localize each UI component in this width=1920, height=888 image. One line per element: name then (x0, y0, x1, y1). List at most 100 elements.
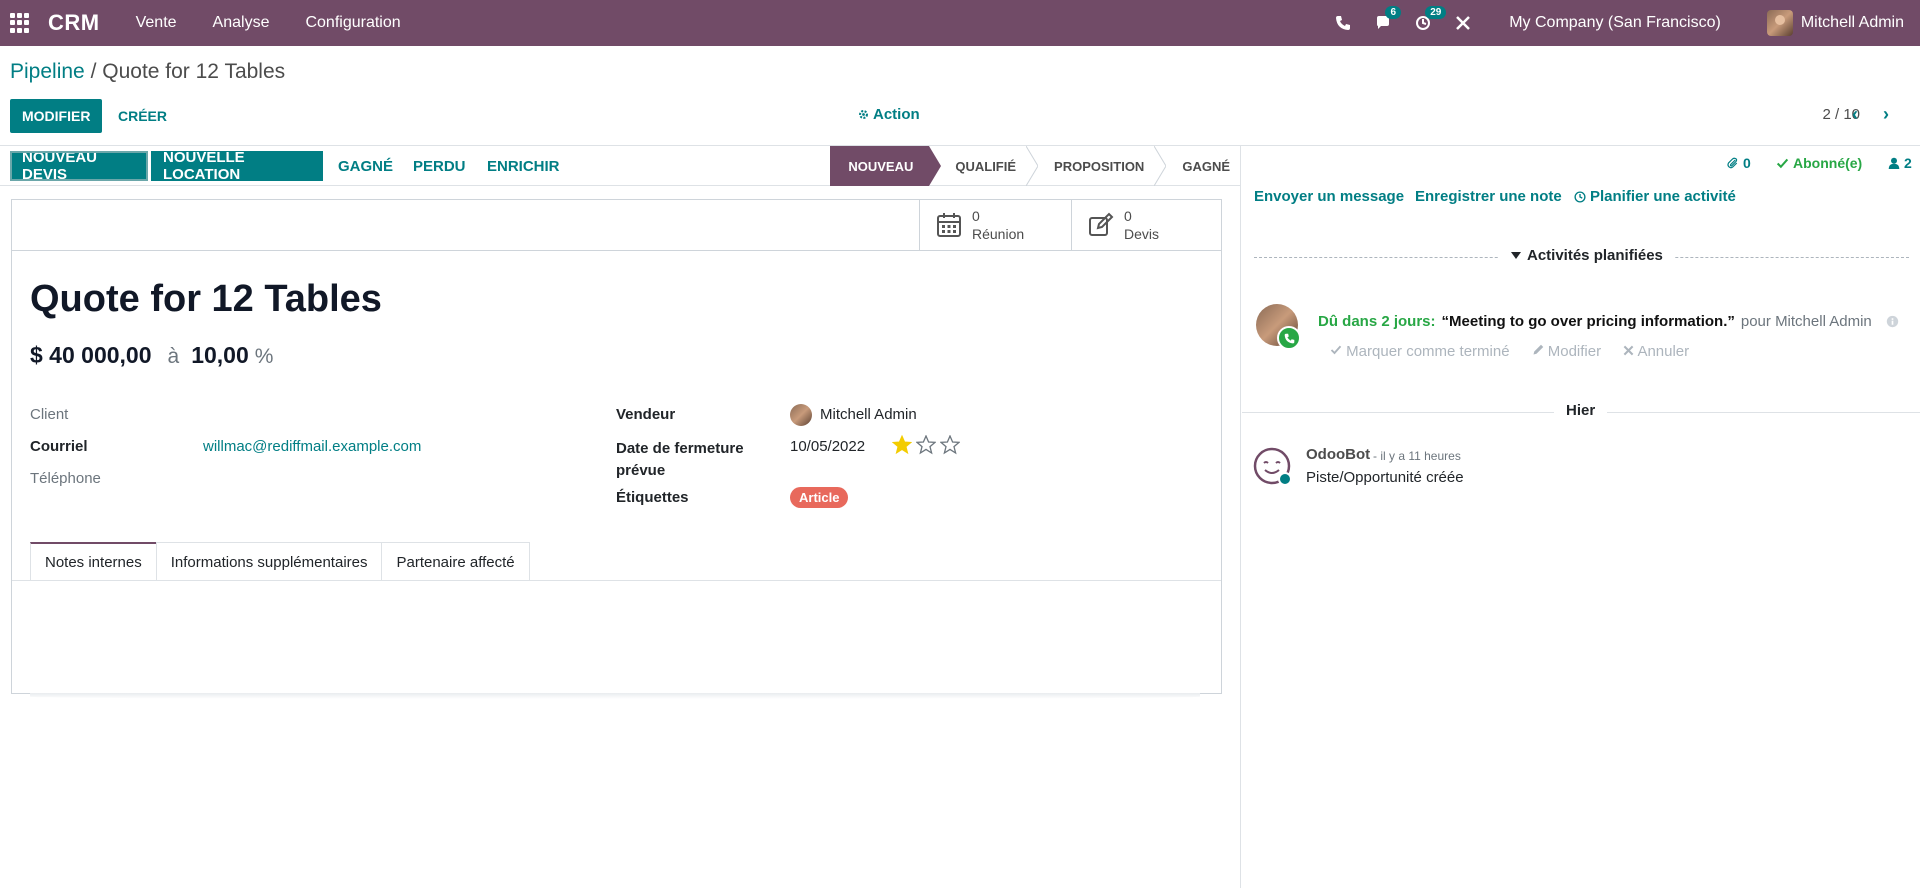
probability-value[interactable]: 10,00 (191, 342, 249, 369)
tab-assigned-partner[interactable]: Partenaire affecté (381, 542, 530, 581)
quotations-smart-button[interactable]: 0 Devis (1071, 200, 1223, 250)
edit-activity-button[interactable]: Modifier (1532, 343, 1602, 360)
tab-extra-info[interactable]: Informations supplémentaires (155, 542, 383, 581)
planned-activities-title: Activités planifiées (1527, 247, 1663, 264)
pager-previous-icon[interactable]: ‹ (1845, 103, 1865, 125)
message-body: Piste/Opportunité créée (1306, 469, 1464, 486)
stage-proposition[interactable]: PROPOSITION (1032, 146, 1167, 186)
cancel-activity-label: Annuler (1637, 343, 1690, 360)
salesperson-avatar (790, 404, 812, 426)
odoobot-avatar-icon (1253, 447, 1292, 486)
salesperson-field[interactable]: Mitchell Admin (790, 404, 917, 426)
stage-qualifie[interactable]: QUALIFIÉ (929, 146, 1039, 186)
stage-gagne[interactable]: GAGNÉ (1160, 146, 1240, 186)
send-message-button[interactable]: Envoyer un message (1254, 188, 1404, 205)
lead-title[interactable]: Quote for 12 Tables (30, 278, 382, 321)
check-icon (1776, 158, 1789, 168)
close-icon (1623, 345, 1634, 356)
revenue-row: $ 40 000,00 à 10,00 % (30, 342, 273, 369)
percent-sign: % (254, 345, 274, 368)
info-icon[interactable] (1886, 315, 1899, 328)
menu-analyse[interactable]: Analyse (195, 14, 288, 32)
activity-assignee: pour Mitchell Admin (1740, 313, 1872, 330)
statusbar: NOUVEAU DEVIS NOUVELLE LOCATION GAGNÉ PE… (0, 146, 1240, 186)
attachments-button[interactable]: 0 (1727, 155, 1751, 171)
company-switcher[interactable]: My Company (San Francisco) (1509, 14, 1721, 32)
planned-activities-toggle[interactable]: Activités planifiées (1499, 247, 1675, 264)
user-menu[interactable]: Mitchell Admin (1766, 10, 1904, 36)
close-date-label: Date de fermeture prévue (616, 438, 744, 482)
stage-nouveau-label: NOUVEAU (848, 158, 914, 174)
calendar-icon (937, 213, 961, 237)
enrich-button[interactable]: ENRICHIR (475, 151, 572, 181)
stage-nouveau[interactable]: NOUVEAU (830, 146, 942, 186)
top-navbar: CRM Vente Analyse Configuration 6 29 My … (0, 0, 1920, 46)
close-date-value[interactable]: 10/05/2022 (790, 438, 865, 455)
message-author[interactable]: OdooBot (1306, 446, 1370, 463)
systray: 6 29 My Company (San Francisco) Mitchell… (1323, 0, 1920, 46)
activity-summary: “Meeting to go over pricing information.… (1441, 313, 1735, 330)
caret-down-icon (1511, 251, 1521, 259)
pager-next-icon[interactable]: › (1876, 103, 1896, 125)
new-rental-button[interactable]: NOUVELLE LOCATION (151, 149, 323, 183)
pencil-icon (1533, 344, 1543, 355)
followers-button[interactable]: 2 (1888, 155, 1912, 171)
email-label: Courriel (30, 438, 88, 455)
breadcrumb-current: Quote for 12 Tables (102, 60, 286, 83)
salesperson-value: Mitchell Admin (820, 405, 917, 423)
activities-clock-icon[interactable]: 29 (1403, 0, 1447, 46)
breadcrumb-pipeline[interactable]: Pipeline (10, 60, 85, 83)
activity-due: Dû dans 2 jours: (1318, 313, 1436, 330)
action-menu[interactable]: Action (858, 106, 920, 123)
quotations-count: 0 (1124, 208, 1132, 224)
main-menu: Vente Analyse Configuration (118, 14, 419, 32)
action-label: Action (873, 106, 920, 123)
app-brand[interactable]: CRM (48, 10, 100, 36)
menu-configuration[interactable]: Configuration (287, 14, 418, 32)
tab-internal-notes[interactable]: Notes internes (30, 542, 157, 581)
tags-label: Étiquettes (616, 489, 689, 506)
tabs-divider (12, 580, 1221, 581)
email-value[interactable]: willmac@rediffmail.example.com (203, 438, 421, 455)
follow-label: Abonné(e) (1793, 155, 1863, 171)
cancel-activity-button[interactable]: Annuler (1623, 343, 1689, 360)
meetings-smart-button[interactable]: 0 Réunion (919, 200, 1071, 250)
star-empty-icon[interactable] (940, 435, 960, 455)
breadcrumb: Pipeline / Quote for 12 Tables (10, 60, 285, 84)
stage-pipeline: NOUVEAU QUALIFIÉ PROPOSITION GAGNÉ (830, 146, 1240, 186)
create-button[interactable]: CRÉER (104, 99, 181, 133)
form-sheet: 0 Réunion 0 Devis Quote for 12 Tables $ … (11, 199, 1222, 694)
quotations-label: Devis (1124, 226, 1160, 242)
log-note-button[interactable]: Enregistrer une note (1415, 188, 1562, 205)
smart-button-box: 0 Réunion 0 Devis (12, 200, 1221, 251)
apps-menu-icon[interactable] (10, 13, 30, 33)
new-quotation-button[interactable]: NOUVEAU DEVIS (10, 149, 148, 183)
follow-button[interactable]: Abonné(e) (1776, 155, 1862, 171)
phone-activity-icon (1277, 326, 1301, 350)
clock-icon (1574, 190, 1586, 203)
debug-tools-icon[interactable] (1443, 0, 1483, 46)
mark-done-button[interactable]: Marquer comme terminé (1330, 343, 1510, 360)
client-label: Client (30, 406, 69, 423)
followers-count: 2 (1904, 155, 1912, 171)
expected-revenue[interactable]: $ 40 000,00 (30, 342, 152, 369)
phone-icon[interactable] (1323, 0, 1363, 46)
schedule-activity-button[interactable]: Planifier une activité (1574, 188, 1736, 205)
notebook-tabs: Notes internes Informations supplémentai… (30, 542, 530, 581)
edit-button[interactable]: MODIFIER (10, 99, 103, 133)
mark-lost-button[interactable]: PERDU (401, 151, 478, 181)
message-time: - il y a 11 heures (1373, 449, 1461, 463)
mark-won-button[interactable]: GAGNÉ (326, 151, 405, 181)
date-separator: Hier (1554, 402, 1608, 419)
tag-badge[interactable]: Article (790, 487, 849, 508)
gear-icon (859, 110, 868, 119)
user-avatar (1766, 10, 1793, 36)
edit-activity-label: Modifier (1547, 343, 1602, 360)
salesperson-label: Vendeur (616, 406, 676, 423)
messages-icon[interactable]: 6 (1363, 0, 1403, 46)
stage-gagne-label: GAGNÉ (1182, 158, 1230, 174)
star-empty-icon[interactable] (916, 435, 936, 455)
menu-vente[interactable]: Vente (118, 14, 195, 32)
close-date-label-line2: prévue (616, 462, 666, 479)
star-filled-icon[interactable] (892, 435, 912, 455)
